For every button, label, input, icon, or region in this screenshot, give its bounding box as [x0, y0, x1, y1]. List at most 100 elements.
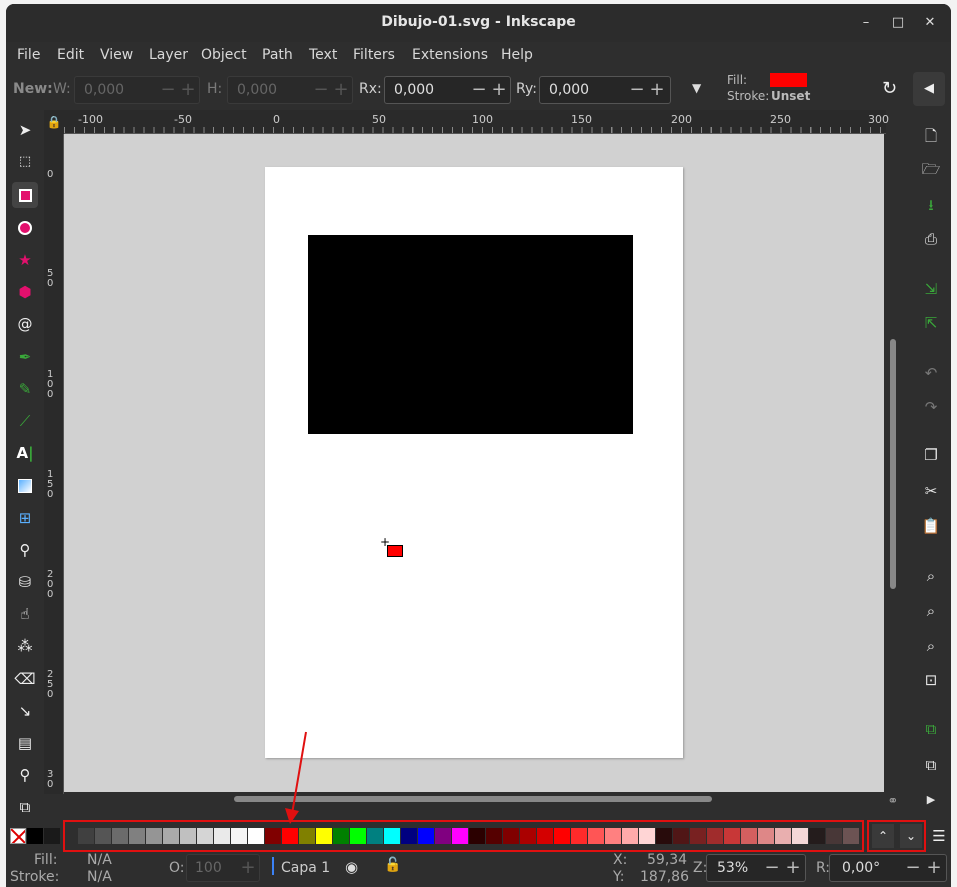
palette-swatch[interactable]: [197, 828, 213, 844]
palette-swatch[interactable]: [571, 828, 587, 844]
ry-plus-button[interactable]: +: [646, 77, 668, 103]
menu-edit[interactable]: Edit: [57, 47, 84, 63]
palette-swatch[interactable]: [265, 828, 281, 844]
paint-bucket-tool-icon[interactable]: ⛁: [12, 569, 38, 595]
zoom-minus-button[interactable]: −: [761, 855, 783, 881]
zoom-page-width-icon[interactable]: ⊡: [918, 667, 944, 693]
selector-tool-icon[interactable]: ➤: [12, 117, 38, 143]
palette-scroll-up-button[interactable]: ⌃: [872, 824, 894, 848]
ungroup-icon[interactable]: ⧉: [918, 752, 944, 778]
open-document-icon[interactable]: 🗁: [918, 156, 944, 182]
paste-icon[interactable]: 📋: [918, 513, 944, 539]
connector-tool-icon[interactable]: ↘: [12, 698, 38, 724]
palette-swatch[interactable]: [503, 828, 519, 844]
palette-swatch[interactable]: [418, 828, 434, 844]
print-icon[interactable]: ⎙: [918, 226, 944, 252]
menu-text[interactable]: Text: [309, 47, 337, 63]
close-button[interactable]: ✕: [919, 12, 941, 34]
mesh-tool-icon[interactable]: ⊞: [12, 505, 38, 531]
palette-swatch[interactable]: [146, 828, 162, 844]
dropper-tool-icon[interactable]: ⚲: [12, 537, 38, 563]
height-minus-button[interactable]: −: [310, 77, 332, 103]
rx-field[interactable]: 0,000 − +: [384, 76, 511, 104]
palette-scroll-down-button[interactable]: ⌄: [900, 824, 922, 848]
rotation-minus-button[interactable]: −: [902, 855, 924, 881]
rx-plus-button[interactable]: +: [488, 77, 510, 103]
menu-layer[interactable]: Layer: [149, 47, 188, 63]
palette-swatch[interactable]: [622, 828, 638, 844]
height-plus-button[interactable]: +: [330, 77, 352, 103]
gradient-tool-icon[interactable]: [12, 472, 38, 498]
save-document-icon[interactable]: ⭳: [918, 192, 944, 218]
drawing-canvas[interactable]: +: [64, 134, 884, 792]
vertical-scroll-thumb[interactable]: [890, 339, 896, 589]
document-page[interactable]: +: [265, 167, 683, 758]
palette-swatch[interactable]: [605, 828, 621, 844]
opacity-plus-button[interactable]: +: [237, 855, 259, 881]
ry-minus-button[interactable]: −: [626, 77, 648, 103]
palette-swatch[interactable]: [656, 828, 672, 844]
palette-swatch[interactable]: [758, 828, 774, 844]
fill-color-swatch[interactable]: [770, 73, 807, 87]
palette-swatch[interactable]: [741, 828, 757, 844]
palette-swatch[interactable]: [809, 828, 825, 844]
palette-swatch[interactable]: [231, 828, 247, 844]
palette-swatch[interactable]: [112, 828, 128, 844]
pencil-tool-icon[interactable]: ✎: [12, 376, 38, 402]
rotation-plus-button[interactable]: +: [923, 855, 945, 881]
zoom-plus-button[interactable]: +: [782, 855, 804, 881]
calligraphy-tool-icon[interactable]: ⟋: [12, 408, 38, 434]
menu-file[interactable]: File: [17, 47, 40, 63]
group-icon[interactable]: ⧉: [918, 716, 944, 742]
reset-defaults-icon[interactable]: ↻: [882, 78, 897, 99]
maximize-button[interactable]: □: [887, 12, 909, 34]
width-field[interactable]: 0,000 − +: [74, 76, 200, 104]
palette-swatch[interactable]: [435, 828, 451, 844]
import-icon[interactable]: ⇲: [918, 276, 944, 302]
menu-help[interactable]: Help: [501, 47, 533, 63]
width-minus-button[interactable]: −: [157, 77, 179, 103]
rotation-field[interactable]: 0,00° − +: [829, 854, 947, 882]
no-paint-swatch[interactable]: [10, 828, 26, 844]
color-manage-icon[interactable]: ⚭: [884, 794, 902, 814]
measure-tool-icon[interactable]: ⧉: [12, 794, 38, 820]
more-commands-icon[interactable]: ▶: [918, 787, 944, 813]
more-options-dropdown[interactable]: ▼: [692, 81, 701, 95]
palette-swatch[interactable]: [129, 828, 145, 844]
layer-lock-icon[interactable]: 🔓: [384, 857, 401, 873]
palette-swatch[interactable]: [333, 828, 349, 844]
palette-swatch[interactable]: [520, 828, 536, 844]
guide-lock-icon[interactable]: 🔒: [44, 110, 64, 134]
palette-swatch[interactable]: [537, 828, 553, 844]
pages-tool-icon[interactable]: ▤: [12, 730, 38, 756]
palette-swatch[interactable]: [214, 828, 230, 844]
menu-filters[interactable]: Filters: [353, 47, 395, 63]
pen-tool-icon[interactable]: ✒: [12, 344, 38, 370]
ellipse-tool-icon[interactable]: [12, 214, 38, 240]
opacity-field[interactable]: 100 +: [186, 854, 260, 882]
zoom-page-icon[interactable]: ⌕: [918, 633, 944, 659]
palette-swatch[interactable]: [163, 828, 179, 844]
palette-swatch[interactable]: [350, 828, 366, 844]
palette-swatch[interactable]: [486, 828, 502, 844]
vertical-scrollbar[interactable]: [888, 134, 900, 794]
height-field[interactable]: 0,000 − +: [227, 76, 353, 104]
palette-swatch[interactable]: [843, 828, 859, 844]
cut-icon[interactable]: ✂: [918, 478, 944, 504]
palette-menu-icon[interactable]: ☰: [930, 824, 948, 848]
eraser-tool-icon[interactable]: ⌫: [12, 666, 38, 692]
palette-swatch[interactable]: [673, 828, 689, 844]
rectangle-tool-icon[interactable]: [12, 182, 38, 208]
text-tool-icon[interactable]: A|: [12, 440, 38, 466]
palette-swatch[interactable]: [384, 828, 400, 844]
palette-swatch[interactable]: [299, 828, 315, 844]
spray-tool-icon[interactable]: ⁂: [12, 633, 38, 659]
export-icon[interactable]: ⇱: [918, 310, 944, 336]
palette-swatch[interactable]: [248, 828, 264, 844]
palette-swatch[interactable]: [588, 828, 604, 844]
palette-swatch[interactable]: [95, 828, 111, 844]
width-plus-button[interactable]: +: [177, 77, 199, 103]
palette-swatch[interactable]: [724, 828, 740, 844]
palette-swatch[interactable]: [452, 828, 468, 844]
star-tool-icon[interactable]: ★: [12, 247, 38, 273]
